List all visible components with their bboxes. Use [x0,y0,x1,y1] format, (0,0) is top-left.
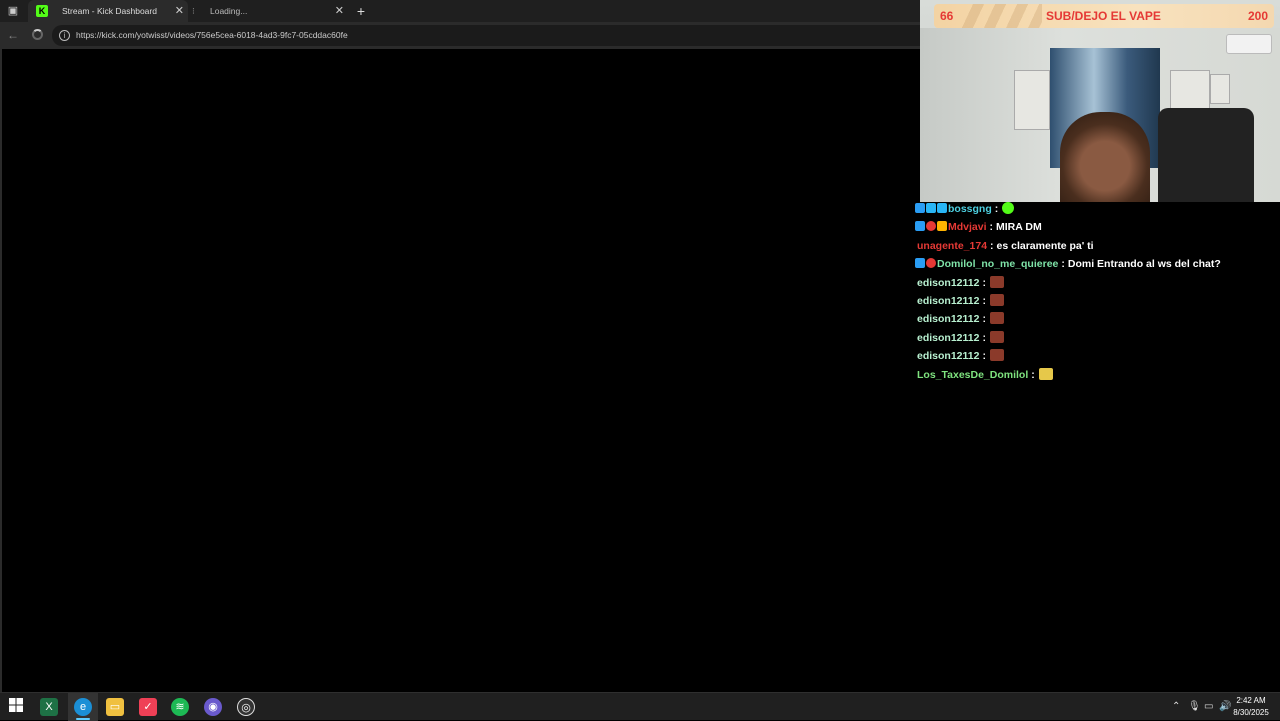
chat-separator: : [982,276,986,289]
close-tab-icon[interactable]: ✕ [175,0,184,22]
chevron-up-icon[interactable]: ⌃ [1172,693,1180,721]
chat-separator: : [982,331,986,344]
page-content [0,49,920,692]
tab-actions-icon[interactable]: ▣ [4,3,22,19]
cyan-badge-icon [926,203,936,213]
wall-poster [1210,74,1230,104]
chat-separator: : [1061,258,1065,271]
file-explorer-icon[interactable]: ▭ [106,698,124,716]
windows-start-icon[interactable] [7,698,25,716]
kick-icon: K [36,5,48,17]
chat-emote-icon [1002,202,1015,214]
sub-goal-bar: 66 SUB/DEJO EL VAPE 200 [934,4,1274,28]
chat-message: edison12112: [917,292,1280,310]
taskbar: X e ▭ ✓ ≋ ◉ ◎ ⌃ 🎙 ▭ 🔊 2:42 AM 8/30/2025 [0,692,1280,721]
site-info-icon[interactable]: i [59,30,70,41]
tab-kick-dashboard[interactable]: K Stream - Kick Dashboard ✕ [28,0,188,22]
chat-emote-icon [989,275,1004,288]
kick-badge-icon [915,203,925,213]
chat-message: Los_TaxesDe_Domilol: [917,366,1280,384]
chat-username[interactable]: Mdvjavi [948,221,987,233]
chat-username[interactable]: bossgng [948,203,992,215]
cyan-badge-icon [937,203,947,213]
red-badge-icon [926,258,936,269]
red-badge-icon [926,221,936,232]
tab-title: Loading... [210,6,248,16]
chat-emote-icon [989,312,1004,325]
chat-message: edison12112: [917,274,1280,292]
chat-separator: : [982,313,986,326]
microphone-icon[interactable]: 🎙 [1188,693,1201,721]
goal-current-count: 66 [940,9,954,23]
chat-separator: : [994,203,999,215]
kick-badge-icon [915,258,925,269]
chat-username[interactable]: edison12112 [917,313,979,325]
tab-bar: ▣ K Stream - Kick Dashboard ✕ ⁝ Loading.… [0,0,920,22]
streamer [1060,112,1150,202]
chat-emote-icon [989,294,1004,306]
browser-toolbar: ← i https://kick.com/yotwisst/videos/756… [0,22,920,49]
kick-badge-icon [915,221,925,232]
excel-icon[interactable]: X [40,698,58,716]
goal-target-count: 200 [1247,9,1268,23]
chat-username[interactable]: edison12112 [917,277,979,289]
close-tab-icon[interactable]: ✕ [335,0,344,22]
chat-username[interactable]: edison12112 [917,295,979,307]
browser-window: ▣ K Stream - Kick Dashboard ✕ ⁝ Loading.… [0,0,920,692]
chat-message: unagente_174: es claramente pa' ti [917,237,1280,255]
clock-time: 2:42 AM [1236,696,1266,705]
gold-badge-icon [937,221,947,232]
tab-title: Stream - Kick Dashboard [62,6,157,16]
pocket-icon[interactable]: ✓ [139,698,157,716]
chat-username[interactable]: edison12112 [917,332,979,344]
clock-date: 8/30/2025 [1233,708,1269,717]
address-bar[interactable]: i https://kick.com/yotwisst/videos/756e5… [52,25,920,46]
chat-text: MIRA DM [996,221,1042,234]
back-arrow-icon[interactable]: ← [5,27,21,43]
url-text[interactable]: https://kick.com/yotwisst/videos/756e5ce… [76,25,348,46]
loading-spinner-icon[interactable] [32,29,43,40]
spotify-icon[interactable]: ≋ [171,698,189,716]
chat-message: Domilol_no_me_quieree: Domi Entrando al w… [915,255,1280,273]
chat-separator: : [989,221,994,234]
chat-emote-icon [989,330,1004,343]
chat-text: es claramente pa' ti [996,239,1094,252]
chat-separator: : [982,295,986,307]
goal-title: SUB/DEJO EL VAPE [1046,9,1161,23]
webcam-feed: 66 SUB/DEJO EL VAPE 200 [920,0,1280,202]
chrome-canary-icon[interactable]: ◉ [204,698,222,716]
network-icon[interactable]: ▭ [1204,693,1213,721]
system-clock[interactable]: 2:42 AM 8/30/2025 [1230,695,1272,719]
obs-icon[interactable]: ◎ [237,698,255,716]
chat-message: Mdvjavi: MIRA DM [915,218,1280,236]
edge-icon[interactable]: e [74,698,92,716]
wall-poster [1170,70,1210,112]
tab-loading[interactable]: ⁝ Loading... ✕ [190,0,348,22]
chat-message: bossgng: [915,200,1280,218]
chat-text: Domi Entrando al ws del chat? [1067,258,1221,271]
chat-separator: : [982,350,986,363]
chat-separator: : [1031,368,1035,381]
chat-overlay: bossgng: Mdvjavi: MIRA DM unagente_174: es c… [912,200,1280,390]
loading-icon: ⁝ [192,6,195,16]
wall-poster [1014,70,1050,130]
chat-username[interactable]: unagente_174 [917,240,987,252]
treadmill [1158,108,1254,202]
chat-message: edison12112: [917,310,1280,328]
chat-emote-icon [989,349,1004,362]
chat-separator: : [990,239,994,252]
chat-message: edison12112: [917,329,1280,347]
chat-username[interactable]: edison12112 [917,350,979,362]
goal-progress-fill [962,4,1042,28]
chat-emote-icon [1038,367,1053,380]
air-conditioner [1226,34,1272,54]
chat-username[interactable]: Domilol_no_me_quieree [937,258,1058,270]
chat-username[interactable]: Los_TaxesDe_Domilol [917,369,1028,381]
new-tab-button[interactable]: + [354,2,368,20]
chat-message: edison12112: [917,347,1280,365]
